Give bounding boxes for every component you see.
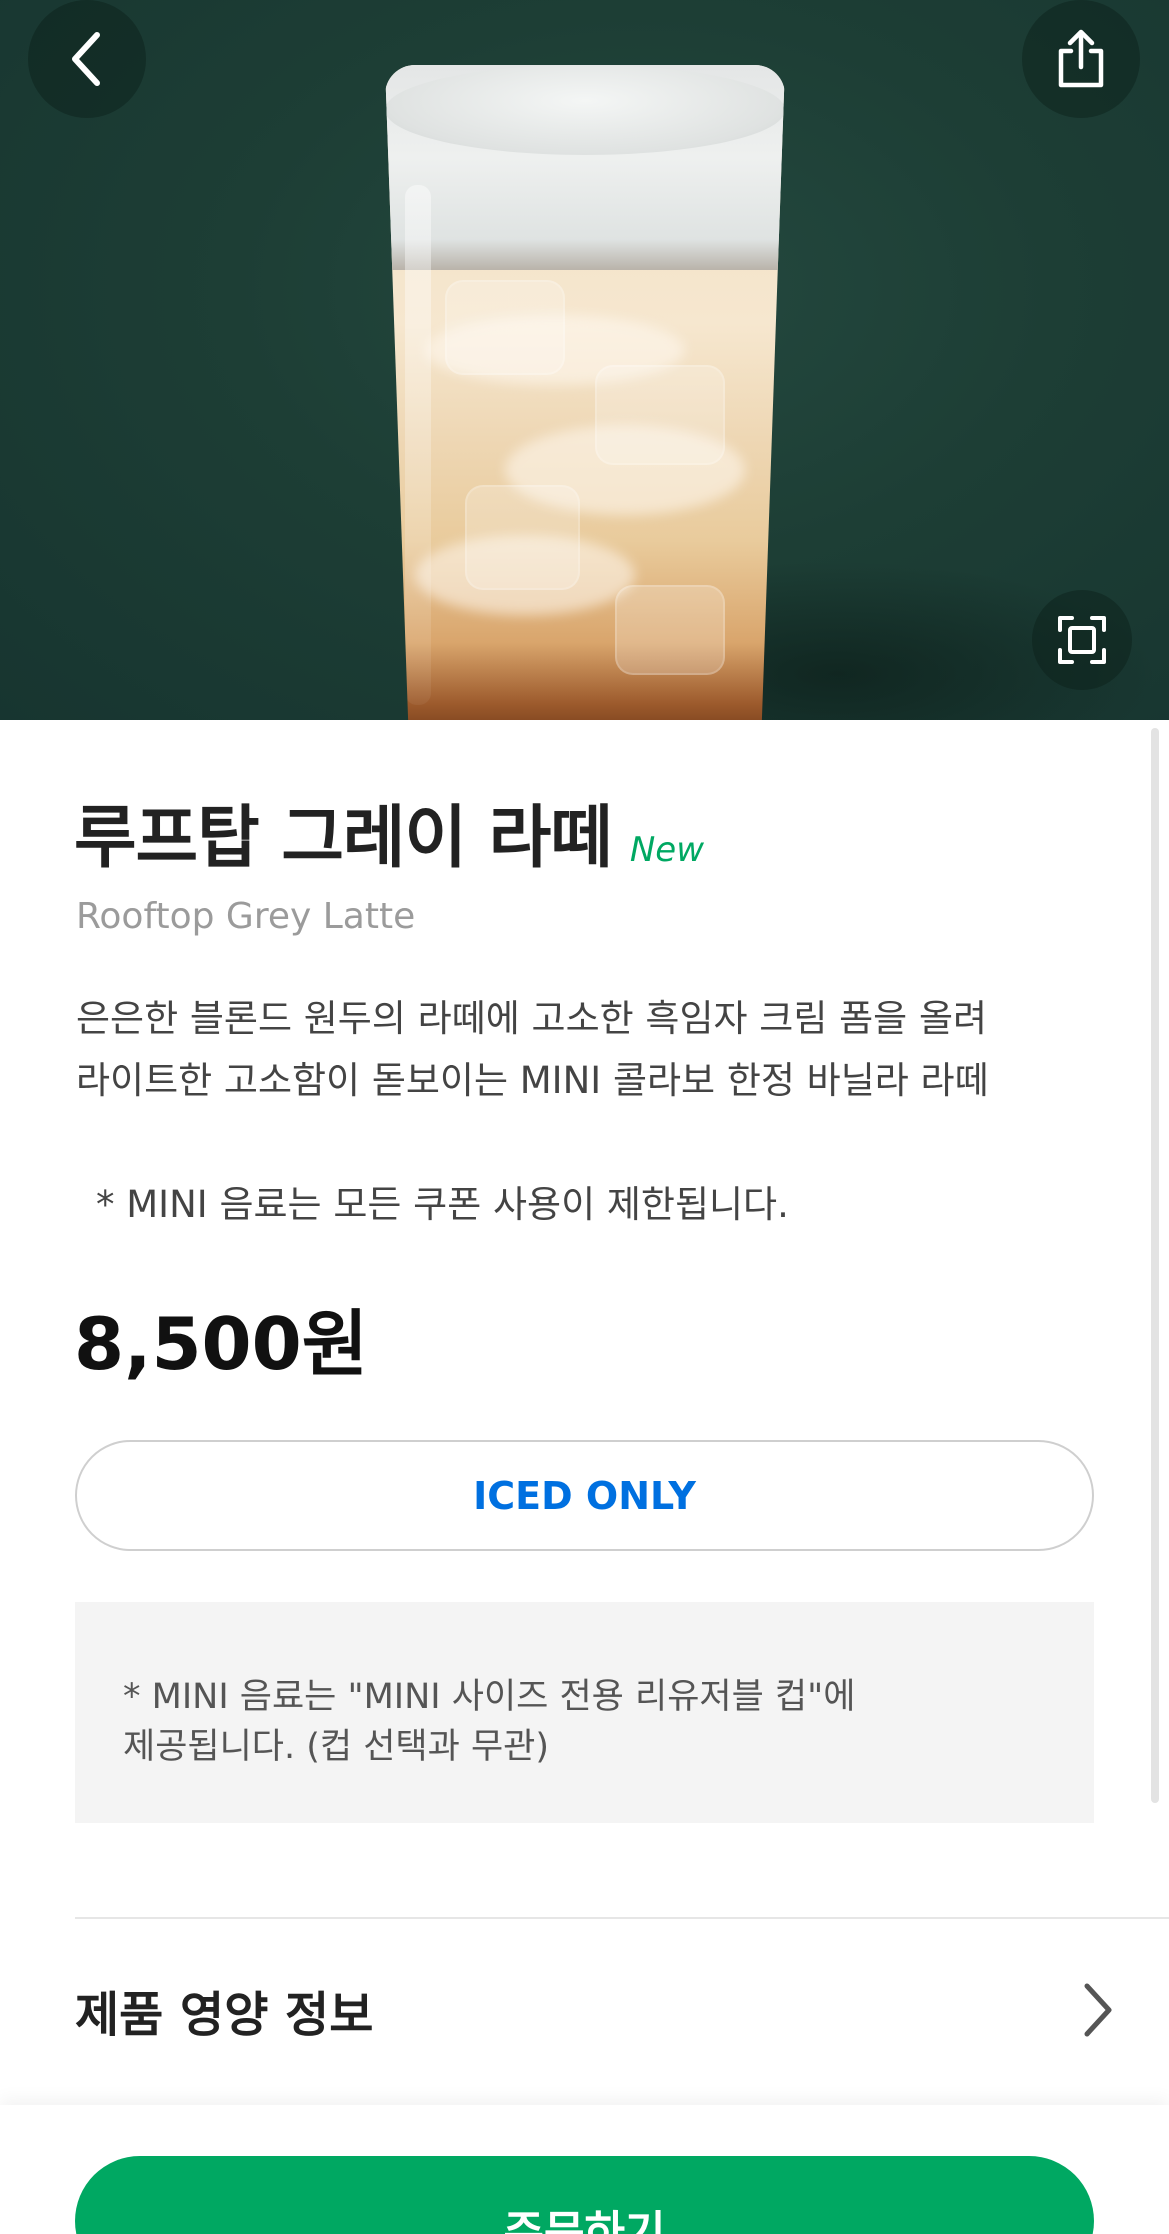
temperature-option-button[interactable]: ICED ONLY xyxy=(75,1440,1094,1551)
product-price: 8,500원 xyxy=(74,1302,368,1386)
fullscreen-button[interactable] xyxy=(1032,590,1132,690)
ice-cube xyxy=(445,280,565,375)
ice-cube xyxy=(465,485,580,590)
foam-top xyxy=(385,65,785,155)
new-badge: New xyxy=(629,830,705,870)
product-image xyxy=(0,0,1169,720)
product-english-name: Rooftop Grey Latte xyxy=(76,896,416,937)
back-arrow-icon xyxy=(72,32,100,86)
divider xyxy=(75,1917,1169,1919)
product-name: 루프탑 그레이 라떼 xyxy=(74,799,613,878)
order-button[interactable]: 주문하기 xyxy=(75,2156,1094,2234)
description-line: 라이트한 고소함이 돋보이는 MINI 콜라보 한정 바닐라 라떼 xyxy=(76,1059,989,1102)
share-button[interactable] xyxy=(1022,0,1140,118)
glass-shine xyxy=(405,185,431,705)
back-button[interactable] xyxy=(28,0,146,118)
cup-info-box: * MINI 음료는 "MINI 사이즈 전용 리유저블 컵"에 제공됩니다. … xyxy=(75,1602,1094,1823)
nutrition-info-link[interactable]: 제품 영양 정보 xyxy=(75,1950,1115,2070)
info-line: * MINI 음료는 "MINI 사이즈 전용 리유저블 컵"에 xyxy=(123,1677,856,1717)
info-line: 제공됩니다. (컵 선택과 무관) xyxy=(123,1727,550,1767)
description-line: 은은한 블론드 원두의 라떼에 고소한 흑임자 크림 폼을 올려 xyxy=(76,997,988,1040)
scrollbar[interactable] xyxy=(1151,728,1159,1803)
chevron-right-icon xyxy=(1084,1983,1112,2037)
share-icon xyxy=(1058,29,1104,88)
ice-cube xyxy=(595,365,725,465)
ice-cube xyxy=(615,585,725,675)
fullscreen-icon xyxy=(1058,616,1106,664)
product-description: 은은한 블론드 원두의 라떼에 고소한 흑임자 크림 폼을 올려 라이트한 고소… xyxy=(76,988,1116,1112)
product-title-row: 루프탑 그레이 라떼 New xyxy=(74,782,704,881)
coupon-notice: * MINI 음료는 모든 쿠폰 사용이 제한됩니다. xyxy=(96,1183,789,1226)
nutrition-info-label: 제품 영양 정보 xyxy=(75,1987,374,2043)
drink-glass-image xyxy=(385,65,785,720)
product-detail-page: 루프탑 그레이 라떼 New Rooftop Grey Latte 은은한 블론… xyxy=(0,0,1169,2234)
